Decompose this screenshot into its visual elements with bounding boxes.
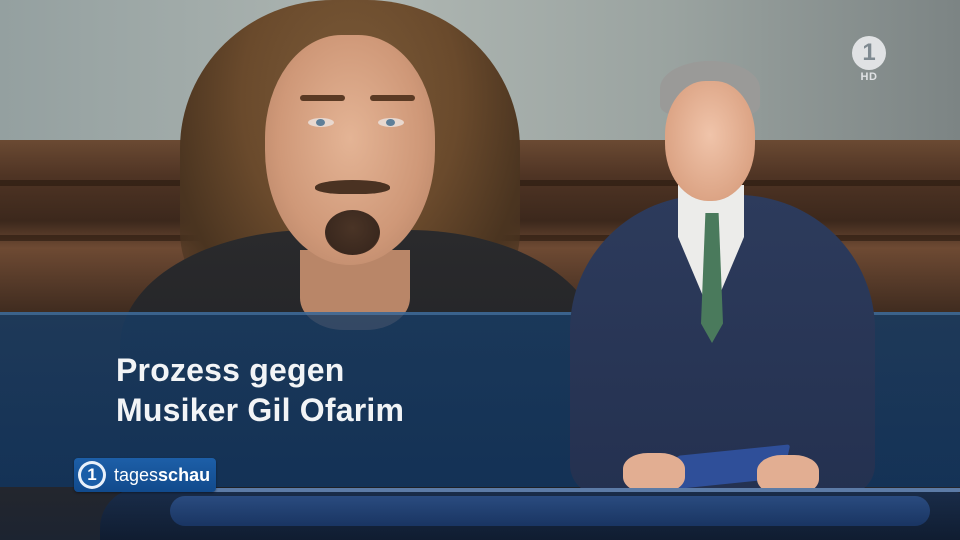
program-name: tagesschau: [114, 465, 210, 486]
hd-label: HD: [860, 71, 878, 83]
anchor-face: [665, 81, 755, 201]
anchor-hand: [623, 453, 685, 493]
news-anchor: [565, 55, 885, 505]
desk-surface: [170, 496, 930, 526]
desk-rim: [100, 488, 960, 492]
program-name-bold: schau: [158, 464, 211, 485]
tagesschau-logo: 1 tagesschau: [74, 458, 216, 492]
headline-line-2: Musiker Gil Ofarim: [116, 392, 405, 428]
headline: Prozess gegen Musiker Gil Ofarim: [116, 350, 404, 430]
musician-eye: [378, 118, 404, 127]
ard-logo-icon: 1: [852, 36, 886, 70]
program-name-regular: tages: [114, 464, 159, 485]
ard-channel-logo: 1 HD: [850, 36, 888, 86]
ard-one-icon-text: 1: [87, 465, 97, 484]
musician-mustache: [315, 180, 390, 194]
musician-eye: [308, 118, 334, 127]
ard-logo-number: 1: [862, 39, 876, 66]
headline-line-1: Prozess gegen: [116, 352, 345, 388]
musician-brow: [370, 95, 415, 101]
musician-brow: [300, 95, 345, 101]
ard-one-icon: 1: [78, 461, 106, 489]
musician-beard: [325, 210, 380, 255]
news-broadcast-frame: Prozess gegen Musiker Gil Ofarim 1 tages…: [0, 0, 960, 540]
